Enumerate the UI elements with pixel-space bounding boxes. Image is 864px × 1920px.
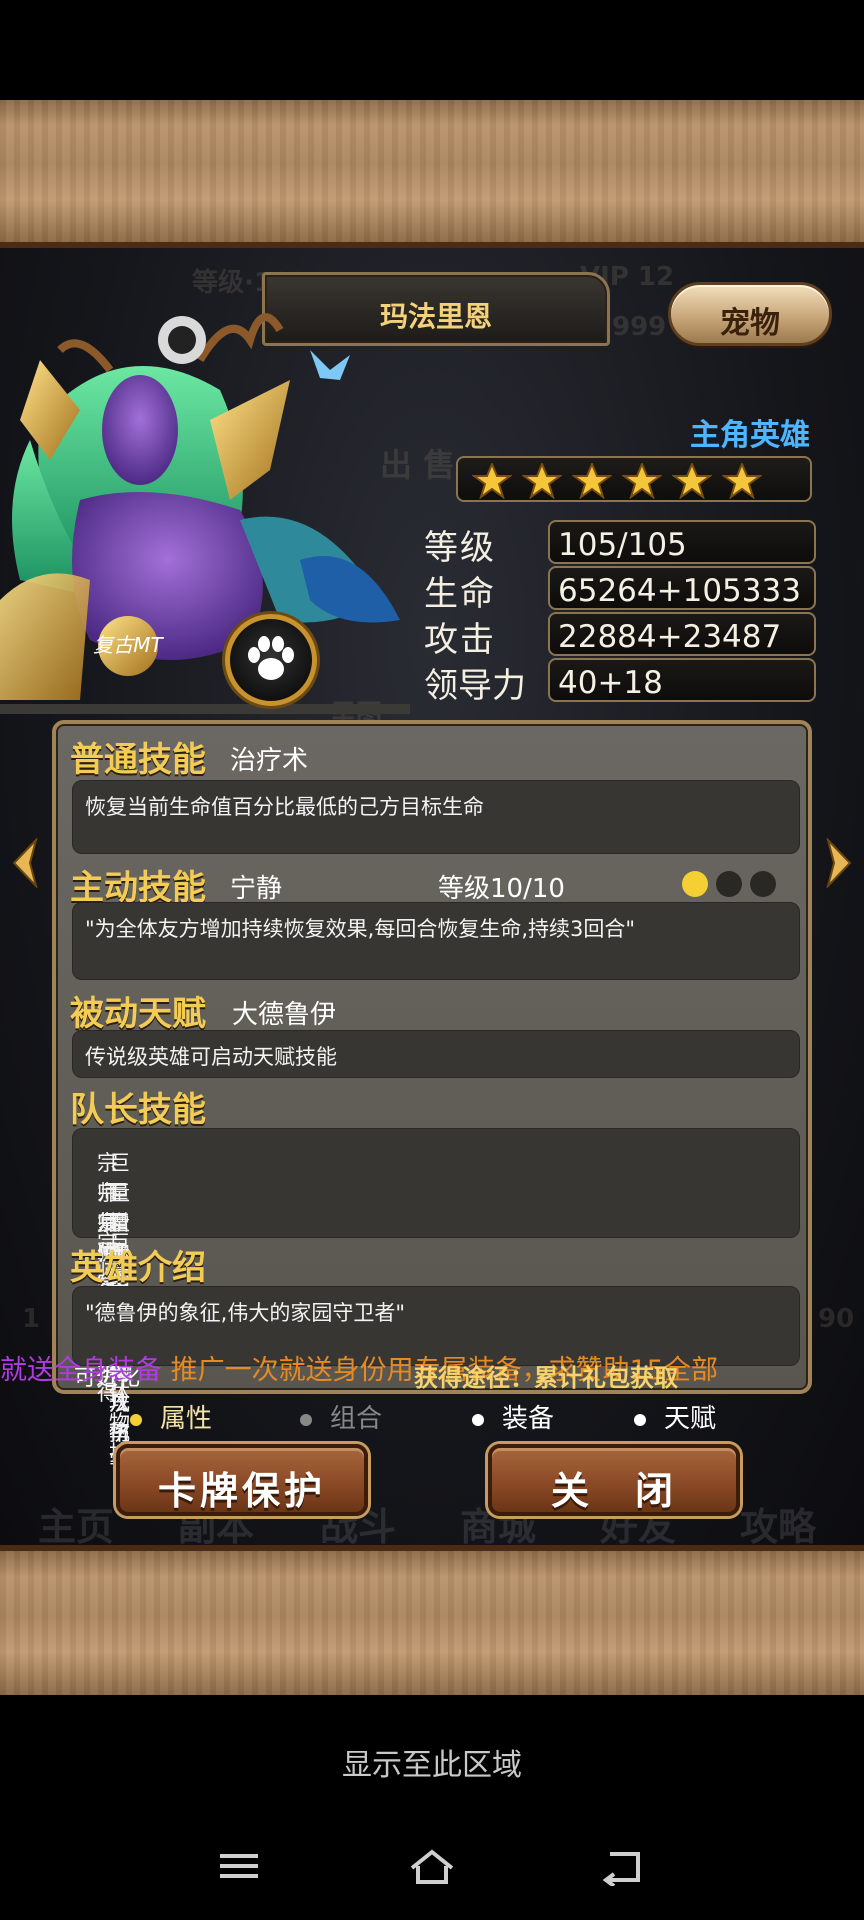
close-button[interactable]: 关 闭 — [488, 1444, 740, 1516]
passive-talent-title: 被动天赋 — [70, 994, 206, 1034]
ghost-num: 999 — [612, 312, 667, 342]
portrait-badge-text: 复古MT — [93, 633, 164, 657]
frame-bottom — [0, 1545, 864, 1695]
normal-skill-desc-box: 恢复当前生命值百分比最低的己方目标生命 — [72, 780, 800, 854]
menu-icon[interactable] — [218, 1848, 260, 1884]
ghost-nav-item: 主页 — [38, 1505, 115, 1549]
star-icon — [472, 463, 512, 499]
active-skill-name: 宁静 — [230, 874, 283, 904]
close-label: 关 闭 — [550, 1469, 677, 1513]
passive-talent-desc-box: 传说级英雄可启动天赋技能 — [72, 1030, 800, 1078]
active-skill-desc: "为全体友方增加持续恢复效果,每回合恢复生命,持续3回合" — [85, 917, 636, 941]
ghost-nav-item: 攻略 — [740, 1505, 817, 1549]
back-icon[interactable] — [602, 1848, 644, 1886]
tab-equipment[interactable]: 装备 — [472, 1398, 554, 1435]
star-icon — [722, 463, 762, 499]
screen: 等级·103 VIP 12 999 出 售 里图 1 90 玛法里恩 宠物 复古… — [0, 0, 864, 1920]
stat-value-hp-text: 65264+105333 — [558, 573, 801, 609]
stat-value-leadership-text: 40+18 — [558, 665, 663, 701]
star-icon — [522, 463, 562, 499]
skill-level-dot-empty — [716, 871, 742, 897]
pet-button[interactable]: 宠物 — [668, 282, 832, 346]
hero-intro-title: 英雄介绍 — [70, 1248, 206, 1288]
normal-skill-desc: 恢复当前生命值百分比最低的己方目标生命 — [85, 795, 484, 819]
skill-level-dot-empty — [750, 871, 776, 897]
active-skill-desc-box: "为全体友方增加持续恢复效果,每回合恢复生命,持续3回合" — [72, 902, 800, 980]
normal-skill-title: 普通技能 — [70, 740, 206, 780]
passive-talent-name: 大德鲁伊 — [232, 1000, 337, 1030]
stat-value-attack-text: 22884+23487 — [558, 619, 782, 655]
next-hero-arrow-icon[interactable] — [824, 838, 854, 888]
stat-label-leadership: 领导力 — [424, 666, 526, 706]
tab-combo[interactable]: 组合 — [300, 1398, 382, 1435]
skills-panel: 普通技能 治疗术 恢复当前生命值百分比最低的己方目标生命 主动技能 宁静 等级1… — [52, 720, 812, 1475]
tab-talent[interactable]: 天赋 — [634, 1398, 716, 1435]
tab-attributes[interactable]: 属性 — [130, 1398, 212, 1435]
prev-hero-arrow-icon[interactable] — [10, 838, 40, 888]
ghost-right-num: 90 — [818, 1304, 855, 1334]
stat-label-attack: 攻击 — [424, 620, 496, 660]
pet-button-label: 宠物 — [720, 306, 780, 341]
stat-label-hp: 生命 — [424, 574, 496, 614]
role-label: 主角英雄 — [690, 418, 810, 453]
stat-value-leadership: 40+18 — [548, 658, 816, 702]
hero-portrait: 复古MT — [0, 300, 410, 720]
stat-value-level: 105/105 — [548, 520, 816, 564]
stat-value-hp: 65264+105333 — [548, 566, 816, 610]
stat-value-level-text: 105/105 — [558, 527, 687, 563]
star-icon — [622, 463, 662, 499]
skill-level-dot-filled — [682, 871, 708, 897]
card-protect-label: 卡牌保护 — [157, 1469, 326, 1513]
star-icon — [672, 463, 712, 499]
normal-skill-name: 治疗术 — [230, 746, 309, 776]
star-rating — [456, 456, 812, 502]
stat-label-level: 等级 — [424, 528, 496, 568]
pet-paw-icon[interactable] — [225, 614, 317, 706]
stat-value-attack: 22884+23487 — [548, 612, 816, 656]
leader-skill-box: 宗师复仇宣言巨量增加全体暴击几率 宗师冲锋怒吼巨量增加全体物攻伤害 宗师法力庇护… — [72, 1128, 800, 1475]
leader-skill-title: 队长技能 — [70, 1090, 206, 1130]
hero-intro-desc: "德鲁伊的象征,伟大的家园守卫者" — [85, 1301, 405, 1325]
active-skill-level: 等级10/10 — [438, 874, 565, 904]
passive-talent-desc: 传说级英雄可启动天赋技能 — [85, 1045, 337, 1069]
card-protect-button[interactable]: 卡牌保护 — [116, 1444, 368, 1516]
frame-top — [0, 100, 864, 248]
ghost-left-num: 1 — [22, 1304, 41, 1334]
display-area-hint: 显示至此区域 — [342, 1748, 522, 1783]
star-icon — [572, 463, 612, 499]
obtain-method: 获得途径：累计礼包获取 — [414, 1364, 678, 1392]
home-icon[interactable] — [408, 1848, 456, 1886]
